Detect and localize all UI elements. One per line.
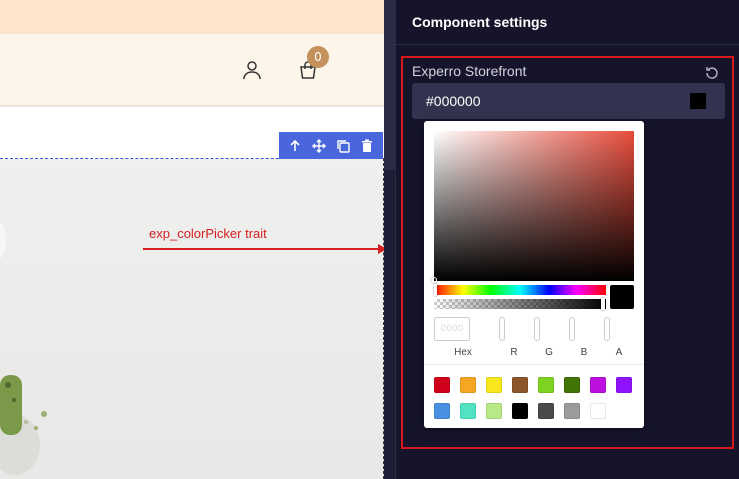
editor-root: 0 exp_colorPicker trait Component settin… — [0, 0, 739, 479]
r-label: R — [510, 347, 518, 358]
color-preview — [610, 285, 634, 309]
cart-count-badge: 0 — [307, 46, 329, 68]
canvas-scrollbar[interactable] — [384, 0, 395, 479]
move-icon[interactable] — [309, 136, 329, 156]
color-picker-popup: 0000 Hex R G B A — [424, 121, 644, 428]
r-input[interactable] — [499, 317, 505, 341]
storefront-canvas: 0 exp_colorPicker trait — [0, 0, 384, 479]
hue-slider[interactable] — [434, 285, 606, 295]
preset-swatch[interactable] — [564, 403, 580, 419]
hex-label: Hex — [454, 347, 472, 358]
hue-handle[interactable] — [434, 284, 437, 296]
g-label: G — [545, 347, 553, 358]
arrow-up-icon[interactable] — [285, 136, 305, 156]
hex-input[interactable]: 0000 — [434, 317, 470, 341]
annotation-arrow-line — [143, 248, 383, 250]
delete-icon[interactable] — [357, 136, 377, 156]
saturation-handle[interactable] — [431, 277, 437, 283]
preset-swatch[interactable] — [538, 377, 554, 393]
panel-title: Component settings — [412, 14, 548, 30]
alpha-slider[interactable] — [434, 299, 606, 309]
preset-swatch[interactable] — [460, 403, 476, 419]
promo-bar — [0, 0, 384, 34]
preset-swatch[interactable] — [512, 403, 528, 419]
alpha-handle[interactable] — [601, 298, 605, 310]
panel-header: Component settings — [396, 0, 739, 45]
copy-icon[interactable] — [333, 136, 353, 156]
preset-swatch[interactable] — [616, 377, 632, 393]
user-icon[interactable] — [242, 60, 262, 85]
a-input[interactable] — [604, 317, 610, 341]
reset-icon[interactable] — [704, 65, 720, 81]
color-swatch[interactable] — [690, 93, 706, 109]
selected-component-outline — [0, 158, 384, 479]
preset-swatch[interactable] — [486, 377, 502, 393]
trait-label: Experro Storefront — [412, 63, 527, 79]
scrollbar-thumb[interactable] — [384, 0, 395, 170]
picker-divider — [424, 364, 644, 365]
preset-swatch[interactable] — [590, 377, 606, 393]
preset-swatch[interactable] — [564, 377, 580, 393]
preset-swatch[interactable] — [434, 403, 450, 419]
preset-swatch[interactable] — [538, 403, 554, 419]
store-header: 0 — [0, 34, 384, 106]
component-toolbar — [279, 132, 383, 159]
preset-swatch[interactable] — [434, 377, 450, 393]
color-input-field[interactable]: #000000 — [412, 83, 725, 119]
b-label: B — [580, 347, 588, 358]
preset-swatch[interactable] — [590, 403, 606, 419]
g-input[interactable] — [534, 317, 540, 341]
a-label: A — [615, 347, 623, 358]
preset-swatch[interactable] — [512, 377, 528, 393]
saturation-area[interactable] — [434, 131, 634, 281]
color-value: #000000 — [426, 93, 481, 109]
b-input[interactable] — [569, 317, 575, 341]
annotation-label: exp_colorPicker trait — [149, 226, 267, 241]
preset-swatch[interactable] — [460, 377, 476, 393]
preset-swatch[interactable] — [486, 403, 502, 419]
